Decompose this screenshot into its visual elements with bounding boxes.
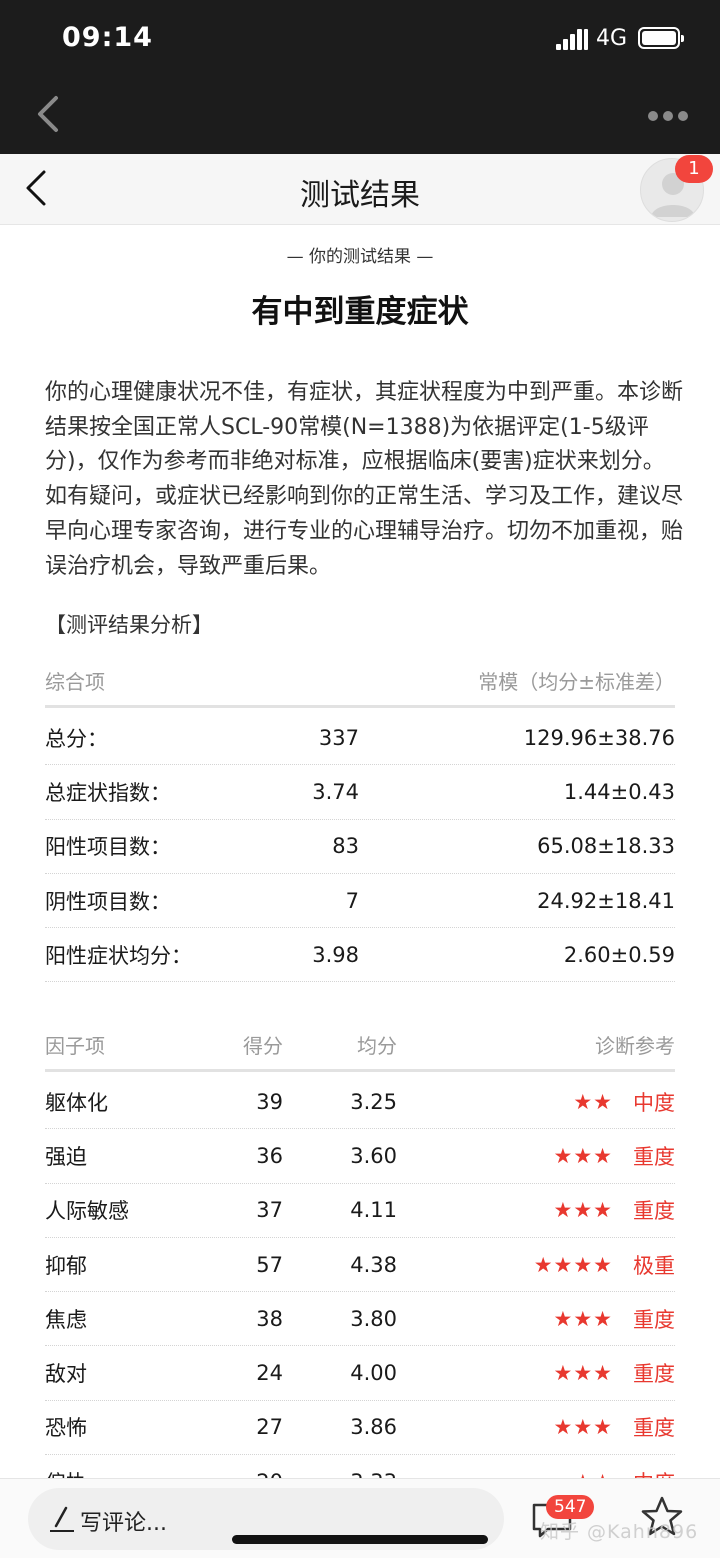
factor-avg: 4.11: [350, 1198, 397, 1223]
factor-score: 36: [256, 1143, 283, 1168]
factor-avg: 3.80: [350, 1306, 397, 1331]
rating-stars: ★★★: [553, 1306, 613, 1331]
factor-name: 躯体化: [45, 1090, 108, 1115]
severity-level: 重度: [633, 1307, 675, 1332]
rating-stars: ★★★: [553, 1361, 613, 1386]
row-norm: 129.96±38.76: [523, 725, 675, 750]
row-norm: 2.60±0.59: [563, 942, 675, 967]
factor-score: 39: [256, 1089, 283, 1114]
row-norm: 65.08±18.33: [537, 834, 675, 859]
summary-table-header: 综合项 常模（均分±标准差）: [45, 652, 675, 708]
header-reference: 诊断参考: [595, 1033, 675, 1058]
factor-score: 27: [256, 1415, 283, 1440]
rating-stars: ★★★: [553, 1143, 613, 1168]
row-label: 阳性项目数：: [45, 835, 171, 860]
table-row: 强迫 36 3.60 ★★★ 重度: [45, 1129, 675, 1184]
factor-name: 恐怖: [45, 1416, 87, 1441]
row-label: 总分：: [45, 726, 108, 751]
factor-score: 57: [256, 1252, 283, 1277]
factor-avg: 3.25: [350, 1089, 397, 1114]
table-row: 阴性项目数： 7 24.92±18.41: [45, 874, 675, 929]
severity-level: 中度: [633, 1090, 675, 1115]
rating-stars: ★★: [573, 1089, 613, 1114]
factor-avg: 4.38: [350, 1252, 397, 1277]
row-value: 83: [332, 834, 359, 859]
header-norm: 常模（均分±标准差）: [478, 669, 675, 694]
result-description: 你的心理健康状况不佳，有症状，其症状程度为中到严重。本诊断结果按全国正常人SCL…: [45, 380, 684, 579]
rating-stars: ★★★★: [533, 1252, 613, 1277]
bottom-action-bar: 写评论... 547 知乎 @Kahn896: [0, 1478, 720, 1558]
row-value: 3.74: [312, 779, 359, 804]
row-label: 总症状指数：: [45, 780, 171, 805]
page-title: 测试结果: [300, 178, 420, 213]
table-row: 恐怖 27 3.86 ★★★ 重度: [45, 1401, 675, 1456]
severity-level: 重度: [633, 1144, 675, 1169]
result-subheading: — 你的测试结果 —: [286, 247, 434, 267]
header-factor: 因子项: [45, 1033, 105, 1058]
comment-count-badge: 547: [546, 1495, 595, 1519]
table-row: 躯体化 39 3.25 ★★ 中度: [45, 1075, 675, 1130]
analysis-label: 【测评结果分析】: [45, 613, 213, 637]
table-row: 人际敏感 37 4.11 ★★★ 重度: [45, 1184, 675, 1238]
factor-avg: 3.60: [350, 1143, 397, 1168]
browser-toolbar: [0, 78, 720, 154]
table-row: 抑郁 57 4.38 ★★★★ 极重: [45, 1238, 675, 1293]
row-value: 337: [318, 725, 359, 750]
rating-stars: ★★★: [553, 1198, 613, 1223]
row-norm: 1.44±0.43: [563, 779, 675, 804]
result-title: 有中到重度症状: [251, 294, 469, 330]
row-value: 3.98: [312, 942, 359, 967]
severity-level: 极重: [633, 1253, 675, 1278]
row-value: 7: [345, 888, 359, 913]
factor-name: 强迫: [45, 1144, 87, 1169]
header-avg: 均分: [357, 1033, 397, 1058]
table-row: 总症状指数： 3.74 1.44±0.43: [45, 765, 675, 820]
header-item: 综合项: [45, 669, 105, 694]
factor-table-header: 因子项 得分 均分 诊断参考: [45, 1016, 675, 1072]
rating-stars: ★★★: [553, 1415, 613, 1440]
row-label: 阳性症状均分：: [45, 943, 192, 968]
network-type: 4G: [596, 26, 628, 51]
severity-level: 重度: [633, 1416, 675, 1441]
browser-back-icon[interactable]: [34, 94, 64, 134]
notification-badge: 1: [675, 155, 713, 183]
signal-icon: [556, 28, 588, 50]
row-norm: 24.92±18.41: [537, 888, 675, 913]
page-header: 测试结果: [0, 154, 720, 225]
status-bar: 09:14 4G: [0, 0, 720, 78]
factor-score: 24: [256, 1361, 283, 1386]
table-row: 焦虑 38 3.80 ★★★ 重度: [45, 1292, 675, 1347]
severity-level: 重度: [633, 1362, 675, 1387]
watermark: 知乎 @Kahn896: [540, 1521, 699, 1543]
severity-level: 重度: [633, 1199, 675, 1224]
header-score: 得分: [243, 1033, 283, 1058]
more-options-icon[interactable]: [648, 111, 688, 121]
factor-score: 38: [256, 1306, 283, 1331]
table-row: 敌对 24 4.00 ★★★ 重度: [45, 1347, 675, 1401]
status-time: 09:14: [62, 22, 153, 53]
factor-name: 焦虑: [45, 1307, 87, 1332]
comment-placeholder: 写评论...: [80, 1511, 167, 1536]
factor-score: 37: [256, 1198, 283, 1223]
table-row: 总分： 337 129.96±38.76: [45, 711, 675, 766]
home-indicator: [232, 1535, 488, 1544]
factor-avg: 4.00: [350, 1361, 397, 1386]
factor-avg: 3.86: [350, 1415, 397, 1440]
table-row: 阳性症状均分： 3.98 2.60±0.59: [45, 928, 675, 983]
factor-name: 人际敏感: [45, 1199, 129, 1224]
battery-icon: [638, 27, 684, 49]
row-label: 阴性项目数：: [45, 889, 171, 914]
factor-name: 抑郁: [45, 1253, 87, 1278]
pencil-icon: [50, 1506, 74, 1532]
factor-name: 敌对: [45, 1362, 87, 1387]
table-row: 阳性项目数： 83 65.08±18.33: [45, 820, 675, 874]
